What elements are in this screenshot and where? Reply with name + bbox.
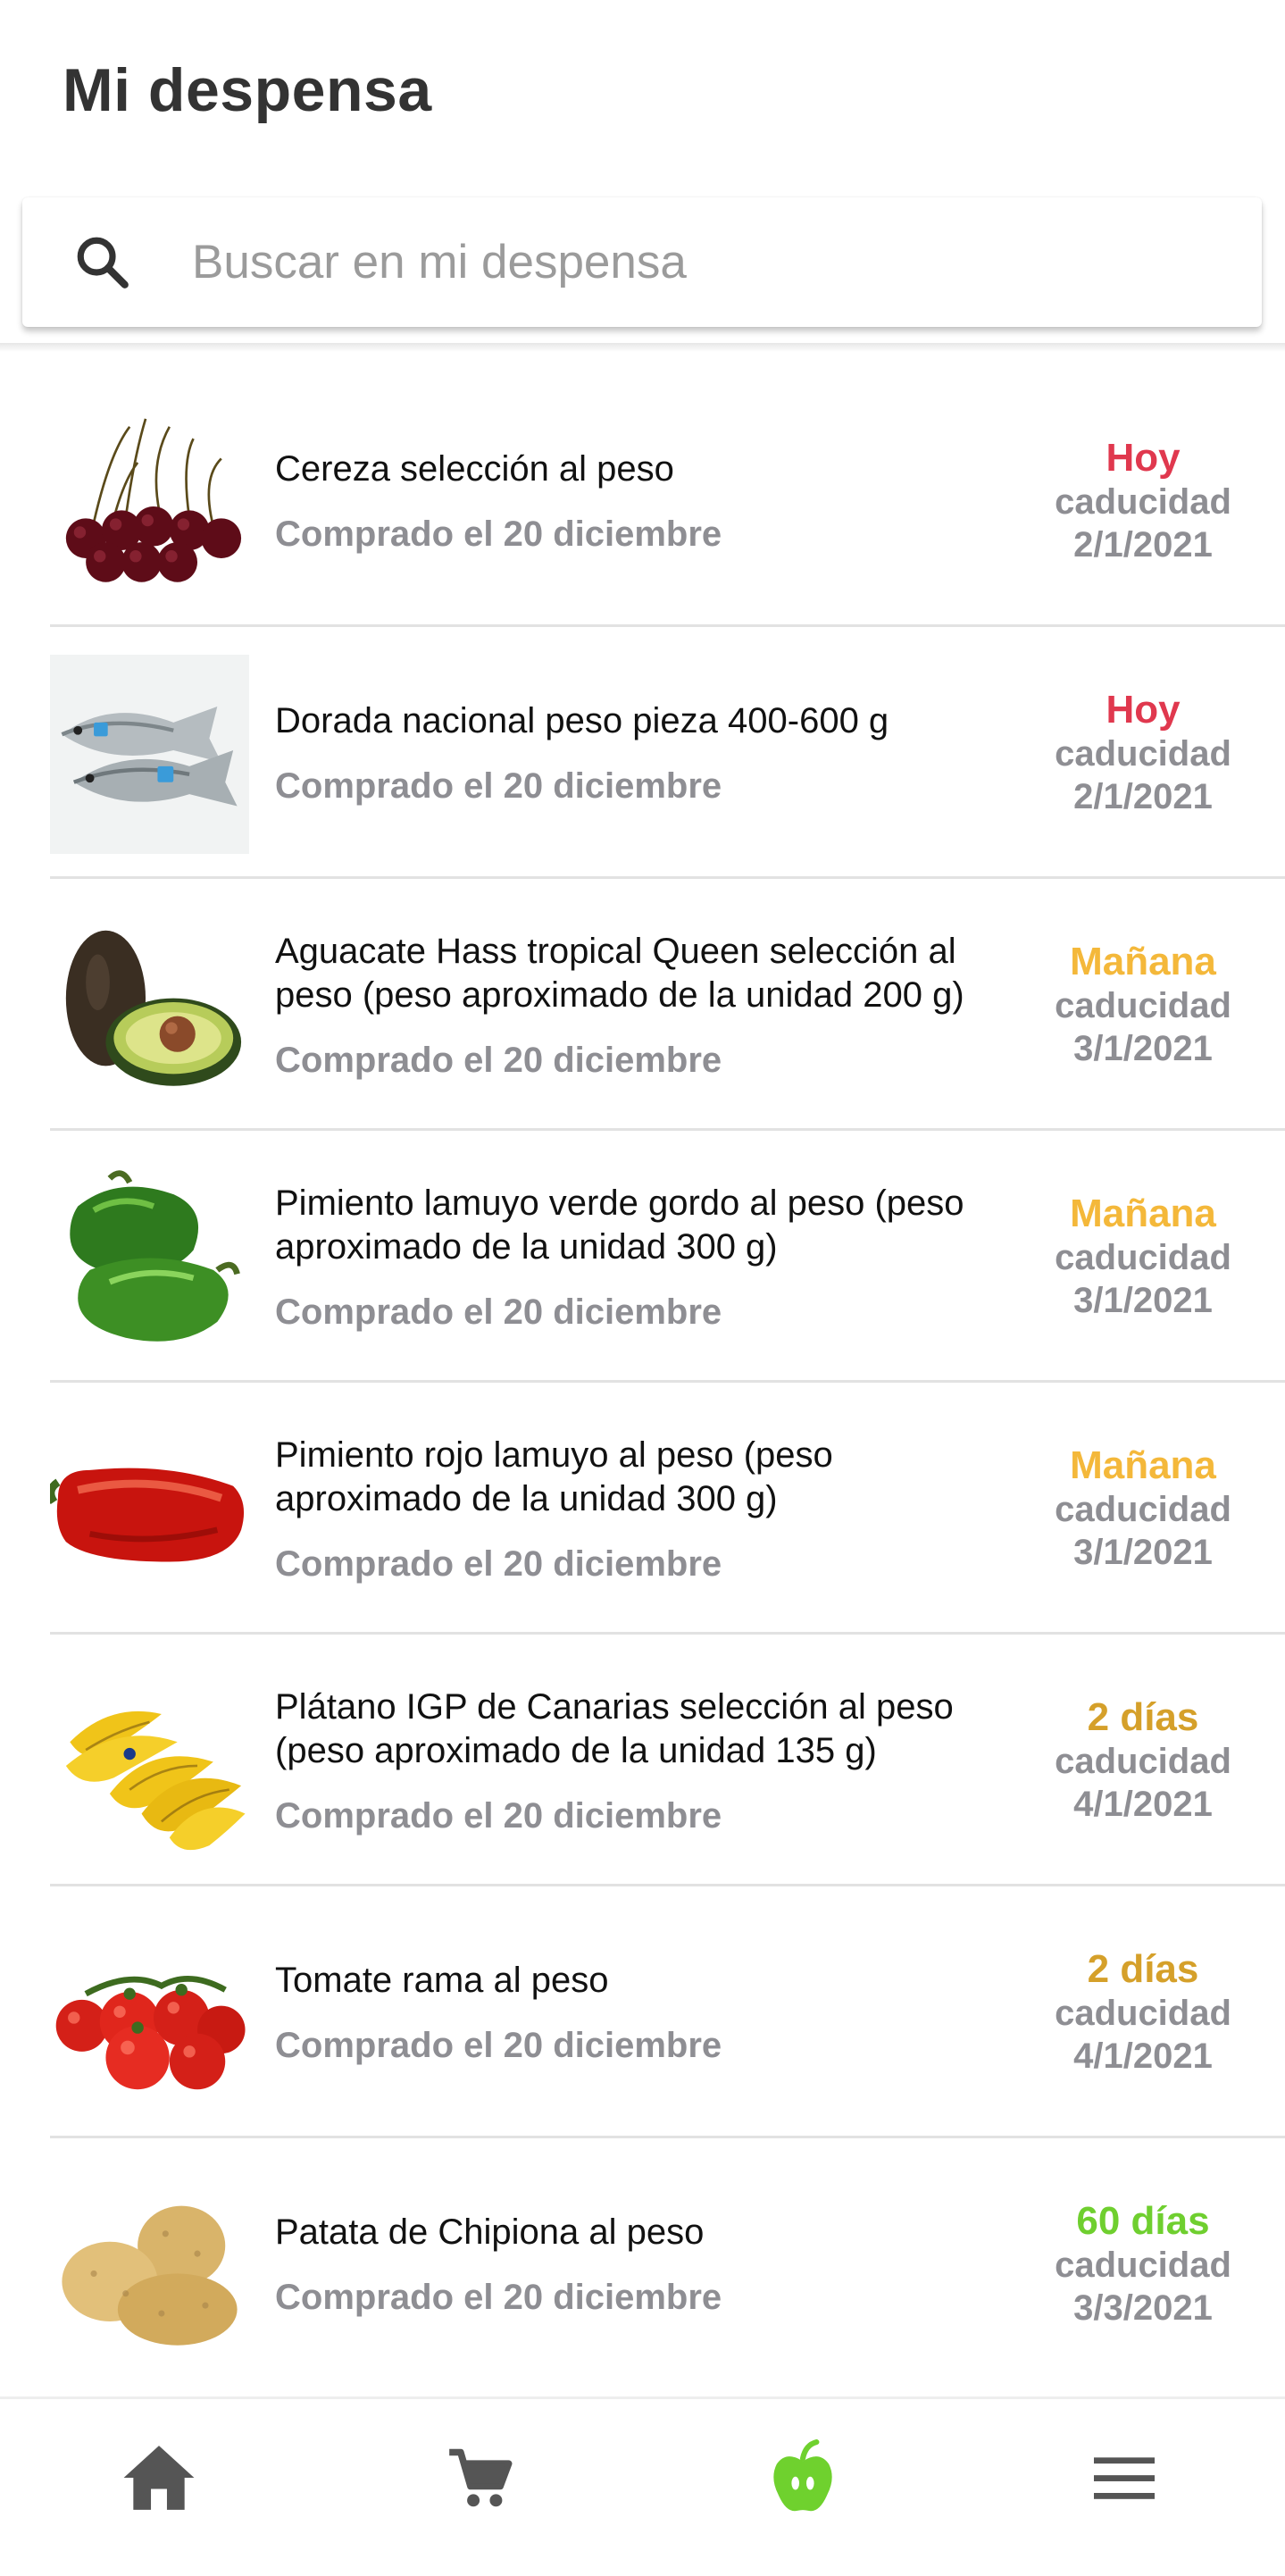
- list-item[interactable]: Pimiento lamuyo verde gordo al peso (pes…: [0, 1131, 1285, 1383]
- product-image-tomatoes: [50, 1914, 249, 2113]
- product-image-cherries: [50, 403, 249, 602]
- purchase-date: Comprado el 20 diciembre: [275, 1040, 722, 1080]
- purchase-date: Comprado el 20 diciembre: [275, 514, 722, 554]
- expiry-days: Mañana: [1070, 1192, 1216, 1235]
- list-item[interactable]: Pimiento rojo lamuyo al peso (peso aprox…: [0, 1383, 1285, 1635]
- product-name: Pimiento lamuyo verde gordo al peso (pes…: [275, 1183, 964, 1267]
- expiry-date: 2/1/2021: [1073, 777, 1213, 816]
- expiry-days: Hoy: [1106, 436, 1181, 480]
- product-name: Tomate rama al peso: [275, 1961, 609, 2000]
- expiry-days: Mañana: [1070, 940, 1216, 983]
- expiry-date: 3/3/2021: [1073, 2288, 1213, 2328]
- expiry-date: 3/1/2021: [1073, 1533, 1213, 1572]
- page-title: Mi despensa: [63, 56, 432, 124]
- expiry-date: 2/1/2021: [1073, 525, 1213, 565]
- product-name: Pimiento rojo lamuyo al peso (peso aprox…: [275, 1434, 833, 1518]
- expiry-label: caducidad: [1055, 1490, 1231, 1529]
- home-icon[interactable]: [121, 2442, 197, 2513]
- nav-home[interactable]: [114, 2433, 204, 2522]
- expiry-info: Mañana caducidad 3/1/2021: [1036, 1383, 1250, 1635]
- purchase-date: Comprado el 20 diciembre: [275, 2026, 722, 2065]
- expiry-info: 2 días caducidad 4/1/2021: [1036, 1635, 1250, 1886]
- search-icon[interactable]: [73, 233, 132, 292]
- header-shadow: [0, 343, 1285, 352]
- expiry-label: caducidad: [1055, 2246, 1231, 2285]
- list-item[interactable]: Tomate rama al peso Comprado el 20 dicie…: [0, 1886, 1285, 2138]
- search-bar[interactable]: [22, 197, 1262, 327]
- expiry-days: 2 días: [1087, 1695, 1199, 1739]
- nav-pantry[interactable]: [758, 2433, 847, 2522]
- expiry-label: caducidad: [1055, 1994, 1231, 2033]
- product-name: Plátano IGP de Canarias selección al pes…: [275, 1686, 954, 1770]
- product-name: Cereza selección al peso: [275, 449, 674, 489]
- expiry-info: Hoy caducidad 2/1/2021: [1036, 627, 1250, 879]
- purchase-date: Comprado el 20 diciembre: [275, 1543, 722, 1584]
- expiry-info: 60 días caducidad 3/3/2021: [1036, 2138, 1250, 2390]
- list-item[interactable]: Dorada nacional peso pieza 400-600 g Com…: [0, 627, 1285, 879]
- expiry-date: 4/1/2021: [1073, 1785, 1213, 1824]
- purchase-date: Comprado el 20 diciembre: [275, 2278, 722, 2317]
- expiry-info: Mañana caducidad 3/1/2021: [1036, 879, 1250, 1131]
- expiry-label: caducidad: [1055, 1742, 1231, 1781]
- product-name: Aguacate Hass tropical Queen selección a…: [275, 931, 964, 1015]
- product-image-avocado: [50, 907, 249, 1106]
- apple-icon[interactable]: [770, 2439, 836, 2516]
- expiry-label: caducidad: [1055, 1238, 1231, 1277]
- cart-icon[interactable]: [446, 2446, 514, 2510]
- nav-cart[interactable]: [436, 2433, 525, 2522]
- product-image-bananas: [50, 1662, 249, 1861]
- product-name: Dorada nacional peso pieza 400-600 g: [275, 701, 889, 740]
- product-image-fish: [50, 655, 249, 854]
- product-name: Patata de Chipiona al peso: [275, 2212, 705, 2252]
- expiry-info: Hoy caducidad 2/1/2021: [1036, 375, 1250, 627]
- expiry-days: 60 días: [1076, 2199, 1210, 2243]
- bottom-nav: [0, 2396, 1285, 2576]
- expiry-days: 2 días: [1087, 1947, 1199, 1991]
- list-item[interactable]: Plátano IGP de Canarias selección al pes…: [0, 1635, 1285, 1886]
- expiry-date: 3/1/2021: [1073, 1281, 1213, 1320]
- list-item[interactable]: Cereza selección al peso Comprado el 20 …: [0, 375, 1285, 627]
- expiry-label: caducidad: [1055, 482, 1231, 522]
- list-item[interactable]: Aguacate Hass tropical Queen selección a…: [0, 879, 1285, 1131]
- expiry-info: 2 días caducidad 4/1/2021: [1036, 1886, 1250, 2138]
- expiry-date: 3/1/2021: [1073, 1029, 1213, 1068]
- pantry-list: Cereza selección al peso Comprado el 20 …: [0, 375, 1285, 2390]
- expiry-label: caducidad: [1055, 986, 1231, 1025]
- expiry-label: caducidad: [1055, 734, 1231, 774]
- search-input[interactable]: [192, 197, 1219, 327]
- expiry-date: 4/1/2021: [1073, 2037, 1213, 2076]
- menu-icon[interactable]: [1094, 2455, 1155, 2501]
- product-image-potatoes: [50, 2166, 249, 2365]
- purchase-date: Comprado el 20 diciembre: [275, 1795, 722, 1836]
- nav-menu[interactable]: [1080, 2433, 1169, 2522]
- product-image-red-pepper: [50, 1410, 249, 1610]
- expiry-days: Hoy: [1106, 688, 1181, 732]
- expiry-days: Mañana: [1070, 1443, 1216, 1487]
- product-image-green-pepper: [50, 1158, 249, 1358]
- purchase-date: Comprado el 20 diciembre: [275, 766, 722, 806]
- expiry-info: Mañana caducidad 3/1/2021: [1036, 1131, 1250, 1383]
- purchase-date: Comprado el 20 diciembre: [275, 1292, 722, 1332]
- list-item[interactable]: Patata de Chipiona al peso Comprado el 2…: [0, 2138, 1285, 2390]
